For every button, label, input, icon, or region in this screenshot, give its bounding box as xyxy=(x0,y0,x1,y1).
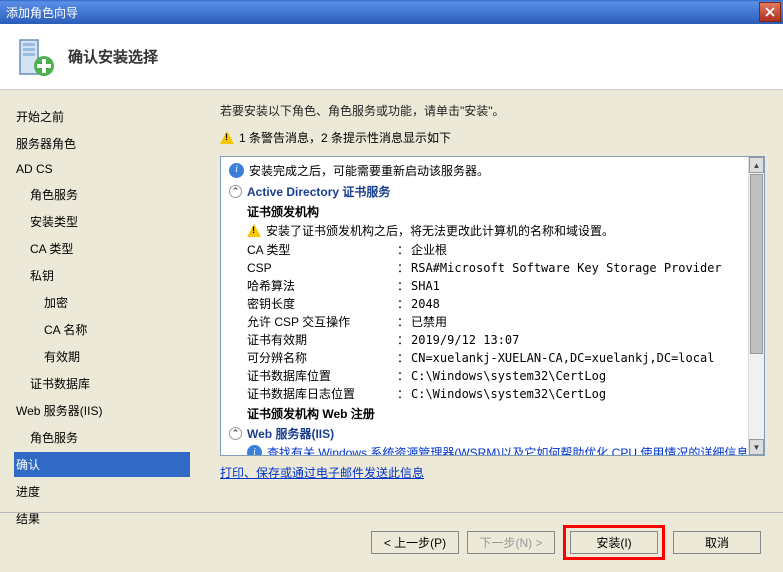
kv-row: CA 类型：企业根 xyxy=(229,241,756,259)
kv-colon: ： xyxy=(397,385,411,403)
ca-warning-row: 安装了证书颁发机构之后，将无法更改此计算机的名称和域设置。 xyxy=(229,222,756,239)
info-icon: i xyxy=(229,163,244,178)
info-restart-row: i 安装完成之后，可能需要重新启动该服务器。 xyxy=(229,163,756,180)
kv-row: 允许 CSP 交互操作：已禁用 xyxy=(229,313,756,331)
sub-ca-web-enroll: 证书颁发机构 Web 注册 xyxy=(229,405,756,422)
kv-value: CN=xuelankj-XUELAN-CA,DC=xuelankj,DC=loc… xyxy=(411,349,756,367)
kv-value: 2019/9/12 13:07 xyxy=(411,331,756,349)
sidebar-item-15[interactable]: 结果 xyxy=(14,506,190,531)
kv-key: 哈希算法 xyxy=(247,277,397,295)
scroll-up-button[interactable]: ▲ xyxy=(749,157,764,173)
kv-colon: ： xyxy=(397,367,411,385)
page-title: 确认安装选择 xyxy=(68,46,158,67)
cancel-button[interactable]: 取消 xyxy=(673,531,761,554)
kv-row: 证书数据库位置：C:\Windows\system32\CertLog xyxy=(229,367,756,385)
scroll-down-button[interactable]: ▼ xyxy=(749,439,764,455)
collapse-icon[interactable]: ⌃ xyxy=(229,185,242,198)
sidebar-item-3[interactable]: 角色服务 xyxy=(14,182,190,207)
instruction-text: 若要安装以下角色、角色服务或功能，请单击"安装"。 xyxy=(220,102,765,119)
ca-warning-text: 安装了证书颁发机构之后，将无法更改此计算机的名称和域设置。 xyxy=(266,222,614,239)
main-panel: 若要安装以下角色、角色服务或功能，请单击"安装"。 1 条警告消息，2 条提示性… xyxy=(196,90,783,512)
kv-row: 哈希算法：SHA1 xyxy=(229,277,756,295)
kv-key: CSP xyxy=(247,259,397,277)
kv-value: SHA1 xyxy=(411,277,756,295)
kv-key: 证书数据库位置 xyxy=(247,367,397,385)
kv-key: CA 类型 xyxy=(247,241,397,259)
section-iis-label: Web 服务器(IIS) xyxy=(247,425,334,442)
kv-row: 密钥长度：2048 xyxy=(229,295,756,313)
kv-colon: ： xyxy=(397,295,411,313)
kv-key: 证书有效期 xyxy=(247,331,397,349)
warning-icon xyxy=(220,131,234,144)
kv-key: 密钥长度 xyxy=(247,295,397,313)
wsrm-link[interactable]: 查找有关 Windows 系统资源管理器(WSRM)以及它如何帮助优化 CPU … xyxy=(267,445,748,456)
sidebar-item-2[interactable]: AD CS xyxy=(14,158,190,180)
section-adcs-label: Active Directory 证书服务 xyxy=(247,183,390,200)
iis-info-row: i 查找有关 Windows 系统资源管理器(WSRM)以及它如何帮助优化 CP… xyxy=(229,445,756,456)
kv-key: 证书数据库日志位置 xyxy=(247,385,397,403)
kv-colon: ： xyxy=(397,313,411,331)
sidebar-item-9[interactable]: 有效期 xyxy=(14,344,190,369)
kv-row: 可分辨名称：CN=xuelankj-XUELAN-CA,DC=xuelankj,… xyxy=(229,349,756,367)
sidebar-item-10[interactable]: 证书数据库 xyxy=(14,371,190,396)
kv-colon: ： xyxy=(397,277,411,295)
export-link[interactable]: 打印、保存或通过电子邮件发送此信息 xyxy=(220,464,424,481)
scrollbar-vertical[interactable]: ▲ ▼ xyxy=(748,157,764,455)
install-highlight: 安装(I) xyxy=(563,525,665,560)
warning-icon xyxy=(247,224,261,237)
summary-line: 1 条警告消息，2 条提示性消息显示如下 xyxy=(220,129,765,146)
kv-value: C:\Windows\system32\CertLog xyxy=(411,385,756,403)
detail-box: i 安装完成之后，可能需要重新启动该服务器。 ⌃ Active Director… xyxy=(220,156,765,456)
section-iis: ⌃ Web 服务器(IIS) xyxy=(229,425,756,442)
kv-value: C:\Windows\system32\CertLog xyxy=(411,367,756,385)
sidebar-item-4[interactable]: 安装类型 xyxy=(14,209,190,234)
sidebar-item-12[interactable]: 角色服务 xyxy=(14,425,190,450)
kv-key: 允许 CSP 交互操作 xyxy=(247,313,397,331)
kv-key: 可分辨名称 xyxy=(247,349,397,367)
kv-colon: ： xyxy=(397,331,411,349)
summary-text: 1 条警告消息，2 条提示性消息显示如下 xyxy=(239,129,451,146)
content-area: 开始之前服务器角色AD CS角色服务安装类型CA 类型私钥加密CA 名称有效期证… xyxy=(0,90,783,512)
sidebar-item-7[interactable]: 加密 xyxy=(14,290,190,315)
sidebar-item-11[interactable]: Web 服务器(IIS) xyxy=(14,398,190,423)
kv-colon: ： xyxy=(397,259,411,277)
titlebar-text: 添加角色向导 xyxy=(6,4,759,21)
sidebar-item-5[interactable]: CA 类型 xyxy=(14,236,190,261)
info-icon: i xyxy=(247,445,262,456)
header: 确认安装选择 xyxy=(0,24,783,90)
server-icon xyxy=(14,36,56,78)
sidebar-item-8[interactable]: CA 名称 xyxy=(14,317,190,342)
kv-row: 证书有效期：2019/9/12 13:07 xyxy=(229,331,756,349)
sidebar-item-6[interactable]: 私钥 xyxy=(14,263,190,288)
collapse-icon[interactable]: ⌃ xyxy=(229,427,242,440)
kv-value: 2048 xyxy=(411,295,756,313)
sidebar-item-14[interactable]: 进度 xyxy=(14,479,190,504)
info-restart-text: 安装完成之后，可能需要重新启动该服务器。 xyxy=(249,163,489,180)
sidebar-item-13[interactable]: 确认 xyxy=(14,452,190,477)
kv-row: 证书数据库日志位置：C:\Windows\system32\CertLog xyxy=(229,385,756,403)
kv-colon: ： xyxy=(397,241,411,259)
scroll-thumb[interactable] xyxy=(750,174,763,354)
sidebar-item-1[interactable]: 服务器角色 xyxy=(14,131,190,156)
close-icon xyxy=(765,7,775,17)
kv-row: CSP：RSA#Microsoft Software Key Storage P… xyxy=(229,259,756,277)
sub-ca-authority: 证书颁发机构 xyxy=(229,203,756,220)
install-button[interactable]: 安装(I) xyxy=(570,531,658,554)
kv-value: 已禁用 xyxy=(411,313,756,331)
next-button: 下一步(N) > xyxy=(467,531,555,554)
close-button[interactable] xyxy=(759,2,781,22)
sidebar: 开始之前服务器角色AD CS角色服务安装类型CA 类型私钥加密CA 名称有效期证… xyxy=(0,90,196,512)
section-adcs: ⌃ Active Directory 证书服务 xyxy=(229,183,756,200)
titlebar: 添加角色向导 xyxy=(0,0,783,24)
kv-value: 企业根 xyxy=(411,241,756,259)
kv-value: RSA#Microsoft Software Key Storage Provi… xyxy=(411,259,756,277)
kv-colon: ： xyxy=(397,349,411,367)
prev-button[interactable]: < 上一步(P) xyxy=(371,531,459,554)
sidebar-item-0[interactable]: 开始之前 xyxy=(14,104,190,129)
